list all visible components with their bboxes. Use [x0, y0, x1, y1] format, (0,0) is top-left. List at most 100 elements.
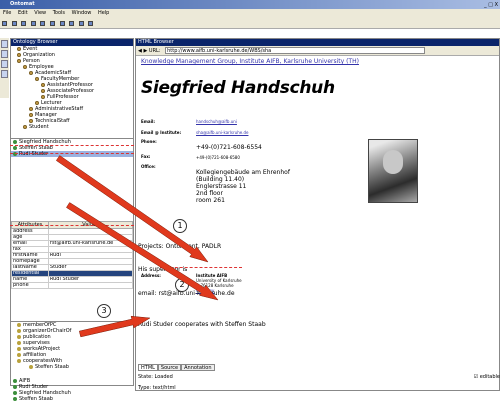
menu-view[interactable]: View — [34, 10, 46, 16]
instance-icon — [13, 139, 17, 144]
portrait-photo — [368, 139, 418, 203]
annotation-view-icon[interactable] — [1, 60, 8, 68]
back-icon[interactable]: ◀ — [138, 48, 142, 54]
class-node-icon — [35, 76, 39, 81]
class-node-icon — [23, 124, 27, 129]
status-area: State: Loaded ☑ editable Type: text/html — [138, 374, 500, 391]
callout-1: 1 — [173, 219, 187, 233]
class-node-icon — [17, 46, 21, 51]
cooperates-text: Rudi Studer cooperates with Steffen Staa… — [138, 321, 266, 328]
class-node-icon — [29, 70, 33, 75]
url-input[interactable]: http://www.aifb.uni-karlsruhe.de/WBS/sha — [165, 47, 426, 54]
office-line: Englerstrasse 11 — [196, 183, 247, 190]
relation-list: memberOfPC organizerOrChairOf publication s… — [11, 321, 133, 376]
instance-item-selected[interactable]: Rudi Studer — [11, 151, 133, 157]
instance-icon — [13, 378, 17, 383]
menu-edit[interactable]: Edit — [18, 10, 28, 16]
selection-marker — [10, 145, 134, 146]
office-line: room 261 — [196, 197, 225, 204]
attribute-row[interactable]: phone — [11, 282, 134, 289]
office-line: Kollegiengebäude am Ehrenhof — [196, 169, 290, 176]
email-link[interactable]: handschuh@aifb.uni — [196, 119, 237, 124]
relation-instance-list: AIFB Rudi Studer Siegfried Handschuh Steffe… — [11, 378, 133, 402]
class-node-icon — [29, 106, 33, 111]
office-line: 2nd floor — [196, 190, 223, 197]
menu-file[interactable]: File — [3, 10, 11, 16]
relation-icon — [17, 340, 21, 345]
relation-label: Steffen Staab — [35, 364, 69, 370]
delete-icon[interactable] — [59, 21, 65, 26]
class-node-icon — [17, 52, 21, 57]
attribute-value[interactable] — [47, 282, 134, 289]
relation-instance-item[interactable]: Steffen Staab — [11, 396, 133, 402]
class-node-icon — [17, 58, 21, 63]
phone-label: Phone: — [141, 139, 157, 144]
tab-source[interactable]: Source — [157, 364, 182, 371]
cut-icon[interactable] — [30, 21, 36, 26]
tab-annotation[interactable]: Annotation — [181, 364, 215, 371]
relation-icon — [17, 352, 21, 357]
relation-icon — [17, 322, 21, 327]
tab-html[interactable]: HTML — [138, 364, 158, 371]
search-icon[interactable] — [69, 21, 75, 26]
menu-help[interactable]: Help — [98, 10, 109, 16]
crawler-view-icon[interactable] — [1, 70, 8, 78]
class-node-icon — [23, 64, 27, 69]
copy-icon[interactable] — [40, 21, 46, 26]
relation-icon — [29, 364, 33, 369]
fax-value: +49-(0)721-608-6580 — [196, 155, 240, 160]
save-icon[interactable] — [21, 21, 27, 26]
window-controls[interactable]: _ □ X — [400, 0, 500, 9]
selection-marker — [10, 225, 134, 226]
office-label: Office: — [141, 164, 156, 169]
class-node-icon — [29, 118, 33, 123]
relation-icon — [17, 328, 21, 333]
projects-text: Projects: OntoAgent, PADLR — [138, 243, 222, 250]
class-node-icon — [41, 88, 45, 93]
page-content: Knowledge Management Group, Institute AI… — [136, 57, 499, 362]
phone-value: +49-(0)721-608-6554 — [196, 144, 262, 151]
menu-tools[interactable]: Tools — [53, 10, 65, 16]
tree-node-label: Student — [29, 124, 49, 130]
office-line: (Building 11.40) — [196, 176, 245, 183]
portrait-face — [383, 150, 403, 174]
forward-icon[interactable]: ▶ — [143, 48, 147, 54]
relation-item[interactable]: Steffen Staab — [11, 364, 133, 370]
selection-marker — [160, 267, 242, 268]
browser-panel-title: HTML Browser — [136, 39, 499, 46]
email-inst-label: Email @ Institute: — [141, 130, 182, 135]
instance-label: Rudi Studer — [19, 151, 49, 157]
home-icon[interactable] — [78, 21, 84, 26]
url-label: URL: — [148, 48, 161, 54]
class-node-icon — [35, 100, 39, 105]
menu-bar: File Edit View Tools Window Help — [0, 9, 500, 18]
page-heading: Siegfried Handschuh — [141, 78, 335, 98]
ontology-view-icon[interactable] — [1, 40, 8, 48]
new-icon[interactable] — [2, 21, 7, 26]
browser-view-icon[interactable] — [1, 50, 8, 58]
attribute-table: Attributes Values address age email rst@aifb… — [11, 221, 134, 289]
address-bar: ◀ ▶ URL: http://www.aifb.uni-karlsruhe.d… — [136, 46, 499, 56]
address-label: Address: — [141, 273, 161, 278]
ontology-panel-title: Ontology Browser — [11, 39, 133, 46]
class-node-icon — [29, 112, 33, 117]
email-text: email: rst@aifb.uni-karlsruhe.de — [138, 290, 235, 297]
instance-icon — [13, 384, 17, 389]
group-link[interactable]: Knowledge Management Group, Institute AI… — [141, 58, 499, 65]
editable-checkbox[interactable]: ☑ editable — [474, 374, 500, 380]
relation-instance-label: Steffen Staab — [19, 396, 53, 402]
email-inst-link[interactable]: sha@aifb.uni-karlsruhe.de — [196, 130, 248, 135]
instance-icon — [13, 396, 17, 401]
email-label: Email: — [141, 119, 155, 124]
open-icon[interactable] — [11, 21, 17, 26]
relation-icon — [17, 346, 21, 351]
settings-icon[interactable] — [88, 21, 94, 26]
menu-window[interactable]: Window — [72, 10, 92, 16]
callout-2: 2 — [175, 278, 189, 292]
html-browser-panel: HTML Browser ◀ ▶ URL: http://www.aifb.un… — [135, 38, 500, 391]
ontology-browser-panel: Ontology Browser Event Organization Person… — [10, 38, 134, 402]
selection-marker — [10, 153, 134, 154]
tree-node[interactable]: Student — [11, 124, 133, 130]
relation-icon — [17, 358, 21, 363]
paste-icon[interactable] — [49, 21, 55, 26]
